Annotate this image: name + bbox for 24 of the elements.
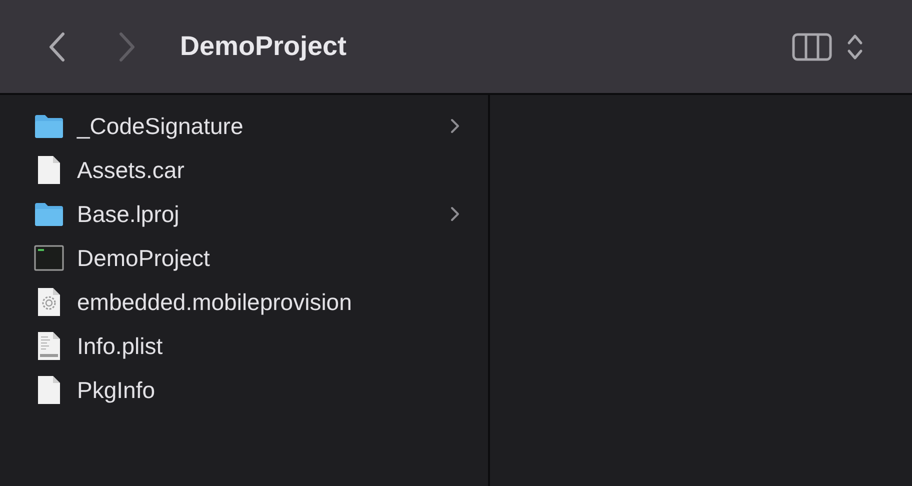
folder-icon <box>34 113 64 139</box>
file-name: Info.plist <box>77 332 164 360</box>
file-name: PkgInfo <box>77 376 156 404</box>
file-name: Assets.car <box>77 156 186 184</box>
back-icon <box>48 32 66 62</box>
file-row[interactable]: Info.plist <box>0 324 488 368</box>
file-name: DemoProject <box>77 244 211 272</box>
columns-icon <box>792 32 832 60</box>
up-down-chevron-icon <box>846 32 864 62</box>
column-view-button[interactable] <box>792 32 832 60</box>
file-row[interactable]: Base.lproj <box>0 192 488 236</box>
window-title: DemoProject <box>180 31 348 62</box>
file-row[interactable]: DemoProject <box>0 236 488 280</box>
file-name: _CodeSignature <box>77 112 244 140</box>
file-row[interactable]: embedded.mobileprovision <box>0 280 488 324</box>
file-row[interactable]: Assets.car <box>0 148 488 192</box>
file-row[interactable]: _CodeSignature <box>0 104 488 148</box>
forward-icon <box>118 32 136 62</box>
terminal-icon <box>34 245 64 271</box>
file-name: Base.lproj <box>77 200 180 228</box>
view-options-button[interactable] <box>846 32 864 62</box>
file-name: embedded.mobileprovision <box>77 288 353 316</box>
folder-icon <box>34 201 64 227</box>
file-row[interactable]: PkgInfo <box>0 368 488 412</box>
